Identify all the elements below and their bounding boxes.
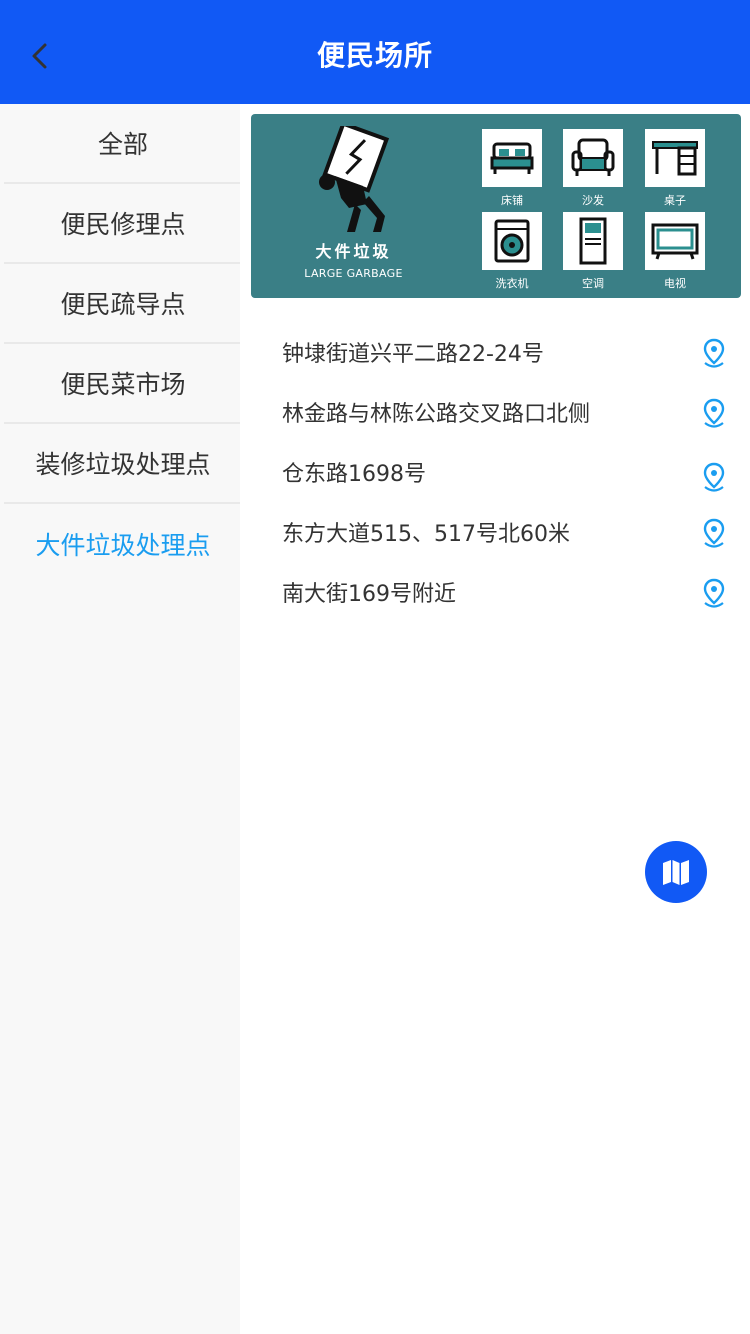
desk-label: 桌子 [664, 194, 686, 207]
bed-tile [482, 129, 542, 187]
address-list: 钟埭街道兴平二路22-24号 林金路与林陈公路交叉路口北侧 仓东路1698号 东… [240, 322, 750, 622]
person-carrying-mattress-icon [319, 126, 390, 232]
map-view-button[interactable] [645, 841, 707, 903]
sidebar-item-renovation-waste[interactable]: 装修垃圾处理点 [4, 424, 242, 504]
address-text: 林金路与林陈公路交叉路口北侧 [282, 402, 591, 427]
air-conditioner-label: 空调 [582, 277, 604, 290]
list-item[interactable]: 钟埭街道兴平二路22-24号 [240, 322, 750, 382]
banner-title: 大件垃圾 [315, 242, 392, 261]
location-pin-icon[interactable] [702, 518, 726, 548]
desk-icon [652, 141, 698, 176]
bed-label: 床铺 [501, 194, 523, 207]
washing-machine-label: 洗衣机 [495, 277, 529, 290]
sofa-icon [571, 138, 615, 176]
top-bar: 便民场所 [0, 0, 750, 104]
list-item[interactable]: 林金路与林陈公路交叉路口北侧 [240, 382, 750, 442]
category-sidebar: 全部 便民修理点 便民疏导点 便民菜市场 装修垃圾处理点 大件垃圾处理点 [0, 104, 242, 1334]
washing-machine-icon [494, 219, 530, 263]
list-item[interactable]: 东方大道515、517号北60米 [240, 502, 750, 562]
desk-tile [645, 129, 705, 187]
washing-machine-tile [482, 212, 542, 270]
sofa-label: 沙发 [582, 194, 604, 207]
sidebar-item-large-waste[interactable]: 大件垃圾处理点 [4, 504, 242, 584]
tv-icon [651, 223, 699, 260]
sidebar-item-vegetable-market[interactable]: 便民菜市场 [4, 344, 242, 424]
address-text: 钟埭街道兴平二路22-24号 [282, 342, 544, 367]
page-title: 便民场所 [316, 39, 433, 72]
banner-subtitle: LARGE GARBAGE [304, 267, 403, 280]
address-text: 仓东路1698号 [282, 462, 426, 487]
location-pin-icon[interactable] [702, 462, 726, 492]
tv-tile [645, 212, 705, 270]
list-item[interactable]: 南大街169号附近 [240, 562, 750, 622]
map-icon [663, 860, 689, 885]
bed-icon [490, 142, 534, 174]
sidebar-item-guide-point[interactable]: 便民疏导点 [4, 264, 242, 344]
sidebar-item-all[interactable]: 全部 [4, 104, 242, 184]
main-content: 大件垃圾 LARGE GARBAGE 床铺 沙发 桌子 洗衣机 空调 电视 钟埭… [240, 104, 750, 1334]
tv-label: 电视 [664, 277, 686, 290]
address-text: 东方大道515、517号北60米 [282, 522, 570, 547]
air-conditioner-tile [563, 212, 623, 270]
address-text: 南大街169号附近 [282, 582, 456, 607]
location-pin-icon[interactable] [702, 578, 726, 608]
sofa-tile [563, 129, 623, 187]
large-garbage-banner: 大件垃圾 LARGE GARBAGE 床铺 沙发 桌子 洗衣机 空调 电视 [251, 114, 741, 298]
air-conditioner-icon [579, 217, 607, 265]
location-pin-icon[interactable] [702, 338, 726, 368]
location-pin-icon[interactable] [702, 398, 726, 428]
sidebar-item-repair-point[interactable]: 便民修理点 [4, 184, 242, 264]
list-item[interactable]: 仓东路1698号 [240, 442, 750, 502]
